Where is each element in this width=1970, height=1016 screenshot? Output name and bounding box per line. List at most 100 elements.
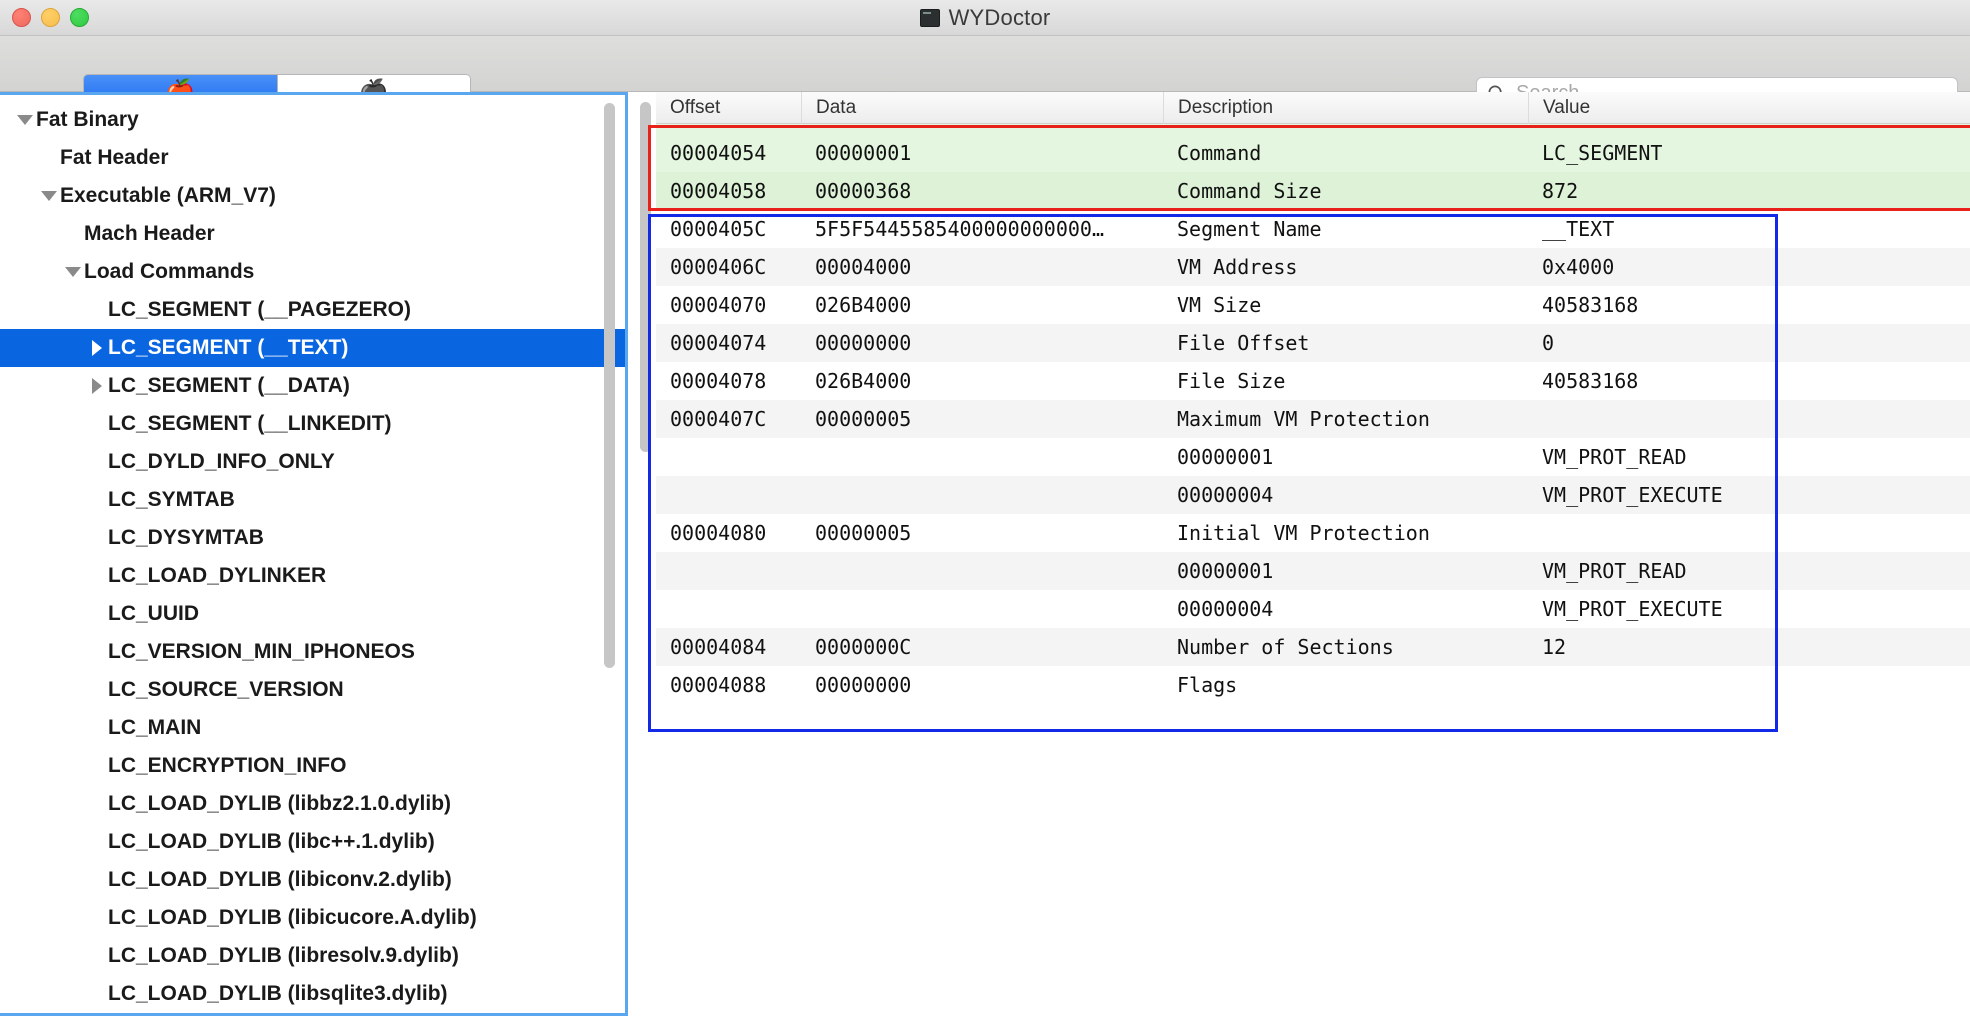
sidebar-item-label: Load Commands	[84, 260, 255, 283]
table-row[interactable]: 00000001 VM_PROT_READ	[656, 552, 1970, 590]
sidebar-item-label: LC_SYMTAB	[108, 488, 235, 511]
table-cell-data: 026B4000	[815, 293, 912, 317]
table-scroll-thumb[interactable]	[640, 102, 651, 452]
table-row[interactable]: 00000004 VM_PROT_EXECUTE	[656, 590, 1970, 628]
sidebar-item[interactable]: LC_SEGMENT (__PAGEZERO)	[0, 291, 625, 329]
outline-tree[interactable]: Fat Binary Fat Header Executable (ARM_V7) M…	[0, 95, 625, 1013]
sidebar-item[interactable]: LC_VERSION_MIN_IPHONEOS	[0, 633, 625, 671]
sidebar-item[interactable]: LC_SOURCE_VERSION	[0, 671, 625, 709]
table-row[interactable]: 00004084 0000000C Number of Sections 12	[656, 628, 1970, 666]
table-cell-description: File Offset	[1177, 331, 1310, 355]
table-cell-description: Maximum VM Protection	[1177, 407, 1430, 431]
sidebar-item[interactable]: LC_SEGMENT (__TEXT)	[0, 329, 625, 367]
sidebar-item-label: LC_SOURCE_VERSION	[108, 678, 344, 701]
table-cell-value: 12	[1542, 635, 1567, 659]
sidebar-item[interactable]: LC_LOAD_DYLIB (libc++.1.dylib)	[0, 823, 625, 861]
chevron-down-icon[interactable]	[14, 115, 36, 125]
table-cell-data: 0000000C	[815, 635, 912, 659]
sidebar-item[interactable]: LC_LOAD_DYLIB (libsqlite3.dylib)	[0, 975, 625, 1013]
table-row[interactable]: 00004080 00000005 Initial VM Protection	[656, 514, 1970, 552]
sidebar-item[interactable]: LC_UUID	[0, 595, 625, 633]
table-cell-offset	[656, 438, 801, 476]
table-cell-value: __TEXT	[1542, 217, 1615, 241]
sidebar-item-label: LC_ENCRYPTION_INFO	[108, 754, 347, 777]
column-header-offset[interactable]: Offset	[656, 92, 801, 124]
table-row[interactable]: 00004054 00000001 Command LC_SEGMENT	[656, 134, 1970, 172]
table-cell-data: 00000005	[815, 407, 912, 431]
sidebar-item[interactable]: LC_DYSYMTAB	[0, 519, 625, 557]
sidebar-item[interactable]: Fat Binary	[0, 101, 625, 139]
toolbar: 🍎 🍎 Search	[0, 36, 1970, 112]
chevron-right-icon[interactable]	[86, 378, 108, 394]
chevron-down-icon[interactable]	[38, 191, 60, 201]
sidebar-item-label: LC_LOAD_DYLIB (libc++.1.dylib)	[108, 830, 435, 853]
column-header-data[interactable]: Data	[801, 92, 1163, 124]
table-row[interactable]: 00000004 VM_PROT_EXECUTE	[656, 476, 1970, 514]
sidebar-item[interactable]: LC_ENCRYPTION_INFO	[0, 747, 625, 785]
table-cell-description: 00000004	[1177, 483, 1274, 507]
chevron-right-icon[interactable]	[86, 340, 108, 356]
table-cell-offset: 00004080	[670, 521, 767, 545]
table-row[interactable]: 0000405C 5F5F5445585400000000000… Segment …	[656, 210, 1970, 248]
table-cell-data	[801, 438, 1163, 476]
traffic-lights	[0, 8, 89, 27]
table-row[interactable]: 00004058 00000368 Command Size 872	[656, 172, 1970, 210]
table-cell-data: 00000000	[815, 673, 912, 697]
sidebar-item[interactable]: LC_SEGMENT (__LINKEDIT)	[0, 405, 625, 443]
sidebar-item[interactable]: Mach Header	[0, 215, 625, 253]
sidebar-item[interactable]: LC_LOAD_DYLIB (libiconv.2.dylib)	[0, 861, 625, 899]
sidebar-item[interactable]: LC_LOAD_DYLINKER	[0, 557, 625, 595]
sidebar-item[interactable]: LC_LOAD_DYLIB (libicucore.A.dylib)	[0, 899, 625, 937]
table-row[interactable]: 00004078 026B4000 File Size 40583168	[656, 362, 1970, 400]
minimize-button[interactable]	[41, 8, 60, 27]
table-scrollbar[interactable]	[640, 102, 651, 532]
sidebar-item-label: LC_LOAD_DYLIB (libicucore.A.dylib)	[108, 906, 477, 929]
sidebar-item[interactable]: Fat Header	[0, 139, 625, 177]
table-row[interactable]: 00004074 00000000 File Offset 0	[656, 324, 1970, 362]
table-cell-value	[1528, 400, 1970, 438]
table-cell-description: 00000001	[1177, 445, 1274, 469]
table-row[interactable]: 0000406C 00004000 VM Address 0x4000	[656, 248, 1970, 286]
table-cell-data	[801, 590, 1163, 628]
column-header-value[interactable]: Value	[1528, 92, 1970, 124]
table-cell-data: 5F5F5445585400000000000…	[815, 217, 1104, 241]
table-row[interactable]: 00004088 00000000 Flags	[656, 666, 1970, 704]
chevron-down-icon[interactable]	[62, 267, 84, 277]
window-title-group: WYDoctor	[0, 0, 1970, 36]
table-row[interactable]: 00000001 VM_PROT_READ	[656, 438, 1970, 476]
table-cell-value	[1528, 666, 1970, 704]
table-cell-description: Command	[1177, 141, 1262, 165]
sidebar-item[interactable]: LC_MAIN	[0, 709, 625, 747]
main-body: Fat Binary Fat Header Executable (ARM_V7) M…	[0, 92, 1970, 1016]
table-cell-value: VM_PROT_READ	[1542, 559, 1687, 583]
sidebar-item-label: LC_UUID	[108, 602, 200, 625]
table-row[interactable]: 00004070 026B4000 VM Size 40583168	[656, 286, 1970, 324]
sidebar-scroll-thumb[interactable]	[604, 103, 615, 668]
sidebar-item-label: Fat Binary	[36, 108, 139, 131]
table-cell-description: Flags	[1177, 673, 1238, 697]
table-cell-value: 0x4000	[1542, 255, 1615, 279]
sidebar-item-label: LC_SEGMENT (__LINKEDIT)	[108, 412, 392, 435]
sidebar-item-label: Mach Header	[84, 222, 215, 245]
sidebar-item[interactable]: LC_SYMTAB	[0, 481, 625, 519]
sidebar-item[interactable]: LC_LOAD_DYLIB (libbz2.1.0.dylib)	[0, 785, 625, 823]
table-cell-description: Number of Sections	[1177, 635, 1394, 659]
sidebar-item-label: LC_SEGMENT (__TEXT)	[108, 336, 349, 359]
sidebar-item[interactable]: LC_DYLD_INFO_ONLY	[0, 443, 625, 481]
column-header-description[interactable]: Description	[1163, 92, 1528, 124]
sidebar-scrollbar[interactable]	[604, 103, 615, 673]
sidebar-item[interactable]: Executable (ARM_V7)	[0, 177, 625, 215]
sidebar-item-label: Fat Header	[60, 146, 169, 169]
sidebar-item[interactable]: LC_SEGMENT (__DATA)	[0, 367, 625, 405]
close-button[interactable]	[12, 8, 31, 27]
zoom-button[interactable]	[70, 8, 89, 27]
table-cell-data: 00000000	[815, 331, 912, 355]
table-row[interactable]: 0000407C 00000005 Maximum VM Protection	[656, 400, 1970, 438]
sidebar-item[interactable]: LC_LOAD_DYLIB (libresolv.9.dylib)	[0, 937, 625, 975]
table-cell-offset	[656, 552, 801, 590]
sidebar-item-label: LC_SEGMENT (__PAGEZERO)	[108, 298, 411, 321]
title-bar: WYDoctor	[0, 0, 1970, 36]
table-cell-value: VM_PROT_EXECUTE	[1542, 483, 1723, 507]
sidebar-item-label: LC_DYSYMTAB	[108, 526, 264, 549]
sidebar-item[interactable]: Load Commands	[0, 253, 625, 291]
